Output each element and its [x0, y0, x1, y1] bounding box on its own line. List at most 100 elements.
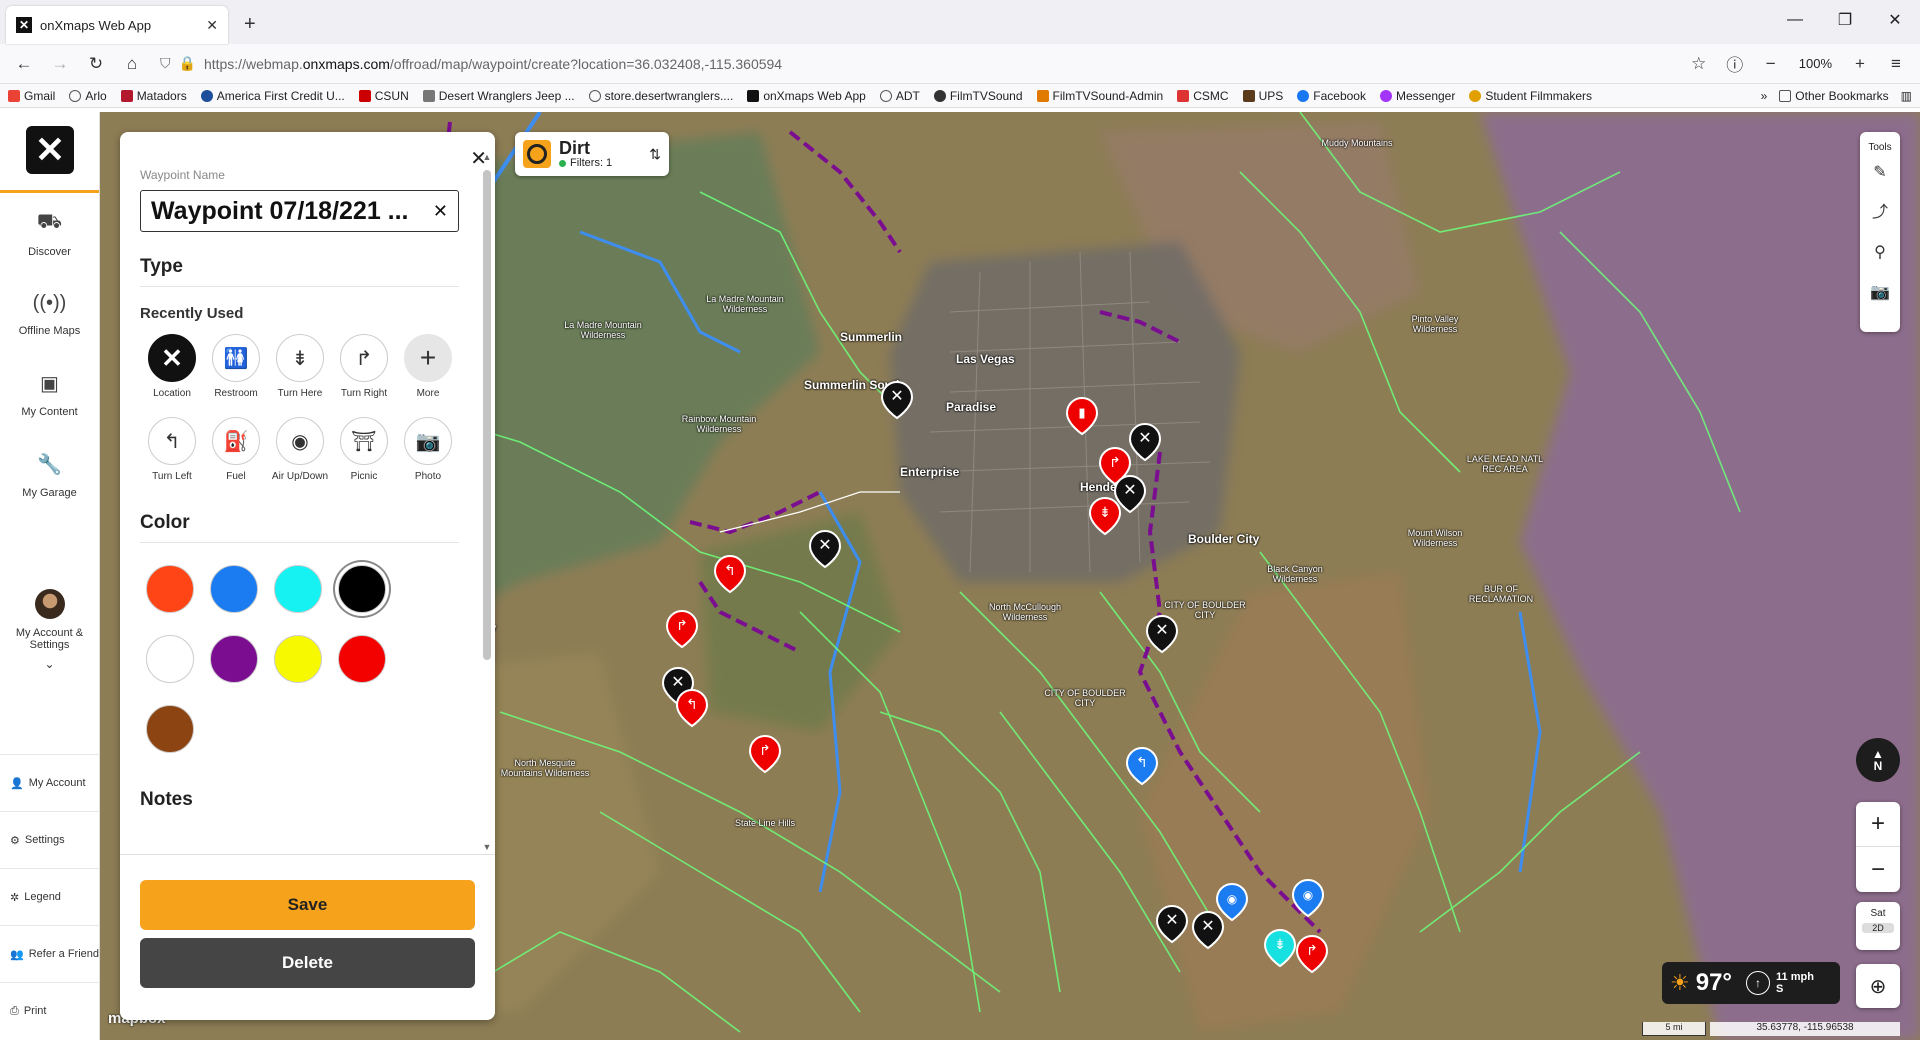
bookmark-item[interactable]: Desert Wranglers Jeep ... — [422, 89, 575, 103]
marker-turn-here[interactable]: ⇟ — [1089, 497, 1121, 535]
bookmark-item[interactable]: CSMC — [1177, 89, 1229, 103]
zoom-in-icon[interactable]: + — [1844, 48, 1876, 80]
type-air[interactable]: ◉ Air Up/Down — [268, 417, 332, 482]
color-swatch-yellow[interactable] — [274, 635, 322, 683]
nav-account-settings[interactable]: My Account & Settings ⌄ — [0, 589, 99, 671]
bookmark-item[interactable]: FilmTVSound-Admin — [1036, 89, 1163, 103]
type-turn-here[interactable]: ⇟ Turn Here — [268, 334, 332, 399]
color-swatch-red[interactable] — [338, 635, 386, 683]
color-swatch-blue[interactable] — [210, 565, 258, 613]
compass[interactable]: ▲ N — [1856, 738, 1900, 782]
marker-location[interactable]: ✕ — [881, 381, 913, 419]
type-location[interactable]: ✕ Location — [140, 334, 204, 399]
basemap-toggle[interactable]: Sat 2D — [1856, 902, 1900, 950]
clear-input-icon[interactable]: ✕ — [433, 201, 448, 222]
map-zoom-in-button[interactable]: + — [1856, 802, 1900, 847]
marker-air[interactable]: ◉ — [1292, 879, 1324, 917]
nav-my-garage[interactable]: 🔧 My Garage — [0, 452, 99, 499]
reader-icon[interactable]: ⓘ — [1719, 48, 1751, 80]
type-more[interactable]: + More — [396, 334, 460, 399]
scroll-thumb[interactable] — [483, 170, 491, 660]
bookmark-item[interactable]: store.desertwranglers.... — [588, 89, 733, 103]
delete-button[interactable]: Delete — [140, 938, 475, 988]
menu-settings[interactable]: ⚙ Settings — [0, 811, 100, 868]
type-photo[interactable]: 📷 Photo — [396, 417, 460, 482]
color-swatch-brown[interactable] — [146, 705, 194, 753]
draw-line-icon[interactable]: ✎ — [1860, 153, 1900, 193]
color-swatch-orange[interactable] — [146, 565, 194, 613]
type-turn-right[interactable]: ↱ Turn Right — [332, 334, 396, 399]
bookmark-item[interactable]: Student Filmmakers — [1469, 89, 1592, 103]
reload-icon[interactable]: ↻ — [80, 48, 112, 80]
type-fuel[interactable]: ⛽ Fuel — [204, 417, 268, 482]
onx-logo-icon[interactable]: ✕ — [26, 126, 74, 174]
tab-close-icon[interactable]: ✕ — [206, 17, 218, 34]
map-layer-card[interactable]: Dirt Filters: 1 ⇅ — [515, 132, 669, 176]
bookmark-item[interactable]: FilmTVSound — [933, 89, 1023, 103]
type-turn-left[interactable]: ↰ Turn Left — [140, 417, 204, 482]
marker-turn-left[interactable]: ↰ — [714, 555, 746, 593]
color-swatch-purple[interactable] — [210, 635, 258, 683]
marker-turn-left[interactable]: ↰ — [1126, 747, 1158, 785]
camera-icon[interactable]: 📷 — [1860, 273, 1900, 313]
panel-scrollbar[interactable]: ▲ ▼ — [481, 152, 493, 852]
url-bar[interactable]: ⛉ 🔒 https://webmap.onxmaps.com/offroad/m… — [152, 48, 1679, 80]
marker-location[interactable]: ✕ — [1129, 423, 1161, 461]
home-icon[interactable]: ⌂ — [116, 48, 148, 80]
marker-turn-left[interactable]: ↰ — [676, 689, 708, 727]
save-button[interactable]: Save — [140, 880, 475, 930]
marker-location[interactable]: ✕ — [1146, 615, 1178, 653]
close-window-icon[interactable]: ✕ — [1870, 0, 1920, 40]
map-zoom-out-button[interactable]: − — [1856, 847, 1900, 892]
marker-location[interactable]: ✕ — [1192, 911, 1224, 949]
more-bookmarks-icon[interactable]: » — [1761, 89, 1768, 103]
menu-refer[interactable]: 👥 Refer a Friend — [0, 925, 100, 982]
type-picnic[interactable]: ⛩ Picnic — [332, 417, 396, 482]
bookmark-item[interactable]: America First Credit U... — [200, 89, 345, 103]
marker-location[interactable]: ✕ — [1156, 905, 1188, 943]
marker-location[interactable]: ✕ — [809, 530, 841, 568]
browser-tab[interactable]: ✕ onXmaps Web App ✕ — [6, 6, 228, 44]
bookmark-item[interactable]: ADT — [879, 89, 920, 103]
bookmark-item[interactable]: Messenger — [1379, 89, 1455, 103]
waypoint-name-input[interactable]: Waypoint 07/18/221 ... ✕ — [140, 190, 459, 232]
minimize-icon[interactable]: — — [1770, 0, 1820, 40]
chevron-down-icon[interactable]: ⌄ — [0, 657, 99, 671]
waypoint-pin-icon[interactable]: ⚲ — [1860, 233, 1900, 273]
color-swatch-cyan[interactable] — [274, 565, 322, 613]
marker-air[interactable]: ◉ — [1216, 883, 1248, 921]
zoom-level[interactable]: 100% — [1791, 56, 1840, 71]
bookmark-item[interactable]: Gmail — [8, 89, 55, 103]
locate-me-icon[interactable]: ⊕ — [1856, 964, 1900, 1008]
other-bookmarks[interactable]: Other Bookmarks — [1779, 89, 1889, 103]
filter-adjust-icon[interactable]: ⇅ — [649, 146, 661, 163]
marker-turn-here[interactable]: ⇟ — [1264, 929, 1296, 967]
type-restroom[interactable]: 🚻 Restroom — [204, 334, 268, 399]
scroll-down-icon[interactable]: ▼ — [481, 842, 493, 852]
marker-turn-right[interactable]: ↱ — [666, 610, 698, 648]
nav-my-content[interactable]: ▣ My Content — [0, 371, 99, 418]
color-swatch-black[interactable] — [338, 565, 386, 613]
marker-turn-right[interactable]: ↱ — [1296, 935, 1328, 973]
sidebar-toggle-icon[interactable]: ▥ — [1901, 89, 1912, 103]
forward-icon[interactable]: → — [44, 48, 76, 80]
bookmark-item[interactable]: UPS — [1242, 89, 1283, 103]
nav-offline-maps[interactable]: ((•)) Offline Maps — [0, 292, 99, 337]
marker-fuel[interactable]: ▮ — [1066, 397, 1098, 435]
marker-turn-right[interactable]: ↱ — [749, 735, 781, 773]
back-icon[interactable]: ← — [8, 48, 40, 80]
new-tab-icon[interactable]: + — [244, 13, 256, 36]
weather-widget[interactable]: ☀ 97° ↑ 11 mph S — [1662, 962, 1840, 1004]
nav-discover[interactable]: ⛟ Discover — [0, 211, 99, 258]
bookmark-item[interactable]: CSUN — [358, 89, 409, 103]
menu-icon[interactable]: ≡ — [1880, 48, 1912, 80]
draw-shape-icon[interactable]: ⤴ — [1860, 193, 1900, 233]
restore-icon[interactable]: ❐ — [1820, 0, 1870, 40]
bookmark-item[interactable]: onXmaps Web App — [747, 89, 866, 103]
menu-print[interactable]: ⎙ Print — [0, 982, 100, 1039]
bookmark-item[interactable]: Arlo — [69, 89, 107, 103]
menu-legend[interactable]: ✲ Legend — [0, 868, 100, 925]
scroll-up-icon[interactable]: ▲ — [481, 152, 493, 162]
bookmark-item[interactable]: Facebook — [1297, 89, 1366, 103]
menu-my-account[interactable]: 👤 My Account — [0, 754, 100, 811]
